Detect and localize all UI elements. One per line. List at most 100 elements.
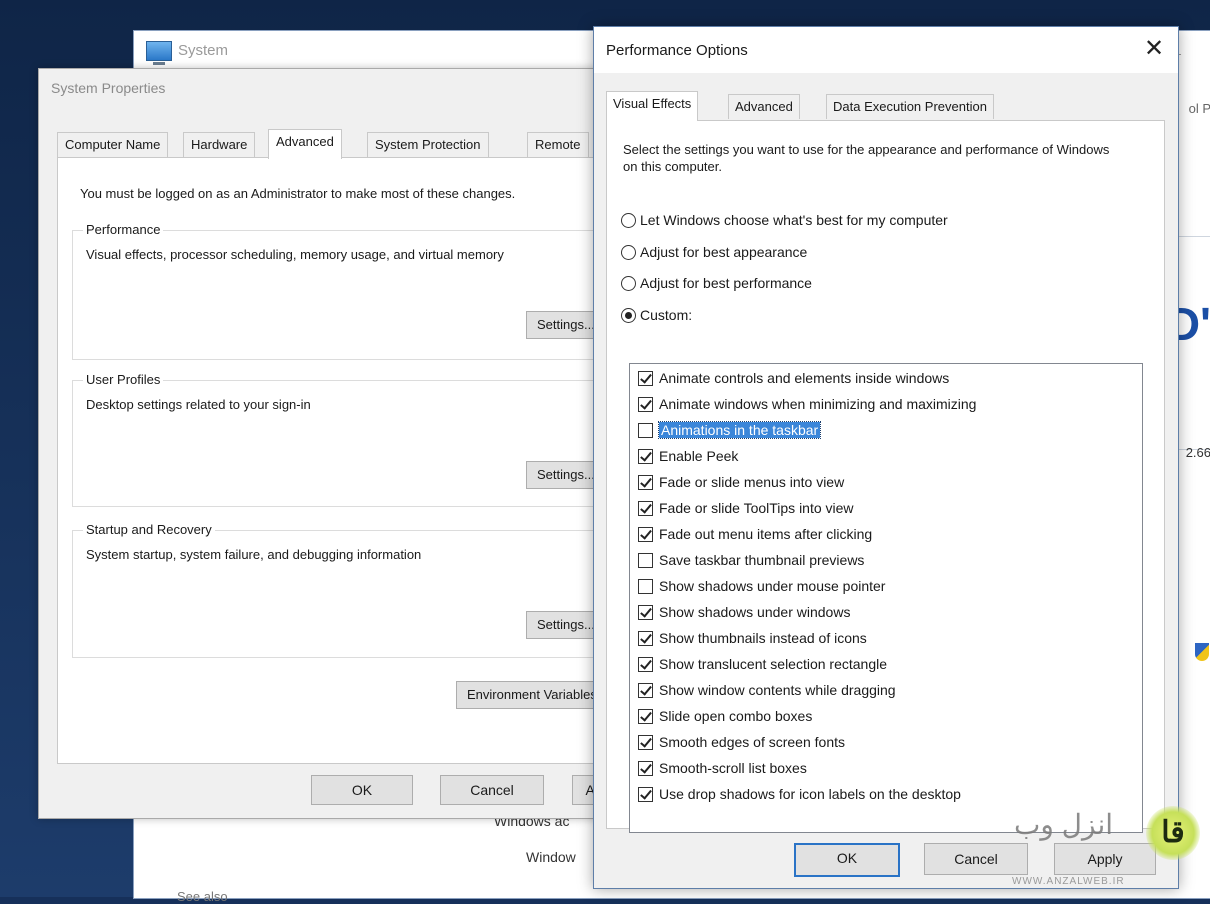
ok-button[interactable]: OK: [794, 843, 900, 877]
admin-note: You must be logged on as an Administrato…: [80, 186, 516, 201]
radio-label: Adjust for best performance: [640, 275, 812, 291]
tab-advanced[interactable]: Advanced: [268, 129, 342, 159]
list-item[interactable]: Show shadows under mouse pointer: [638, 574, 885, 598]
startup-recovery-group: Startup and Recovery System startup, sys…: [72, 522, 633, 658]
list-item[interactable]: Fade or slide menus into view: [638, 470, 844, 494]
system-properties-dialog: System Properties Computer Name Hardware…: [38, 68, 634, 819]
list-item[interactable]: Smooth-scroll list boxes: [638, 756, 807, 780]
checkbox-label: Fade or slide ToolTips into view: [659, 500, 854, 516]
shield-icon: [1195, 643, 1209, 661]
windows-text: Window: [526, 849, 576, 865]
ok-button[interactable]: OK: [311, 775, 413, 805]
list-item[interactable]: Slide open combo boxes: [638, 704, 812, 728]
checkbox[interactable]: [638, 552, 653, 568]
checkbox[interactable]: [638, 656, 653, 672]
checkbox[interactable]: [638, 526, 653, 542]
checkbox-label: Smooth-scroll list boxes: [659, 760, 807, 776]
list-item[interactable]: Show shadows under windows: [638, 600, 850, 624]
checkbox[interactable]: [638, 448, 653, 464]
system-properties-title: System Properties: [51, 80, 166, 96]
group-label: User Profiles: [83, 372, 164, 387]
checkbox[interactable]: [638, 370, 653, 386]
list-item[interactable]: Animate controls and elements inside win…: [638, 366, 949, 390]
tab-remote[interactable]: Remote: [527, 132, 589, 157]
checkbox-label: Fade out menu items after clicking: [659, 526, 873, 542]
checkbox-label: Save taskbar thumbnail previews: [659, 552, 865, 568]
tab-system-protection[interactable]: System Protection: [367, 132, 489, 157]
checkbox-label: Smooth edges of screen fonts: [659, 734, 845, 750]
performance-options-title: Performance Options: [606, 42, 748, 59]
group-label: Performance: [83, 222, 164, 237]
radio-label: Custom:: [640, 307, 693, 323]
list-item[interactable]: Enable Peek: [638, 444, 738, 468]
list-item[interactable]: Show window contents while dragging: [638, 678, 896, 702]
checkbox-label: Use drop shadows for icon labels on the …: [659, 786, 961, 802]
visual-effects-panel: Select the settings you want to use for …: [606, 120, 1165, 833]
checkbox-label: Animations in the taskbar: [657, 421, 822, 439]
checkbox-label: Slide open combo boxes: [659, 708, 813, 724]
checkbox[interactable]: [638, 422, 653, 438]
checkbox-label: Show shadows under windows: [659, 604, 851, 620]
list-item[interactable]: Save taskbar thumbnail previews: [638, 548, 864, 572]
checkbox-label: Animate controls and elements inside win…: [659, 370, 950, 386]
checkbox-label: Show window contents while dragging: [659, 682, 896, 698]
checkbox-label: Show shadows under mouse pointer: [659, 578, 886, 594]
radio-best-performance[interactable]: Adjust for best performance: [621, 272, 812, 294]
apply-button[interactable]: Apply: [1054, 843, 1156, 875]
checkbox[interactable]: [638, 474, 653, 490]
radio-label: Let Windows choose what's best for my co…: [640, 212, 948, 228]
checkbox[interactable]: [638, 786, 653, 802]
checkbox[interactable]: [638, 500, 653, 516]
watermark-url: WWW.ANZALWEB.IR: [1012, 876, 1125, 887]
tab-visual-effects[interactable]: Visual Effects: [606, 91, 699, 121]
checkbox-label: Show translucent selection rectangle: [659, 656, 888, 672]
checkbox[interactable]: [638, 734, 653, 750]
user-profiles-group: User Profiles Desktop settings related t…: [72, 372, 633, 507]
radio-best-appearance[interactable]: Adjust for best appearance: [621, 241, 807, 263]
checkbox[interactable]: [638, 578, 653, 594]
advanced-tab-panel: You must be logged on as an Administrato…: [57, 157, 633, 764]
watermark-logo: ﻗﺎ: [1146, 806, 1200, 860]
checkbox[interactable]: [638, 708, 653, 724]
checkbox-label: Fade or slide menus into view: [659, 474, 845, 490]
checkbox[interactable]: [638, 682, 653, 698]
close-icon[interactable]: ✕: [1140, 35, 1168, 63]
radio-button[interactable]: [621, 275, 636, 291]
list-item[interactable]: Fade out menu items after clicking: [638, 522, 872, 546]
visual-effects-checklist[interactable]: Animate controls and elements inside win…: [629, 363, 1143, 833]
checkbox-label: Animate windows when minimizing and maxi…: [659, 396, 977, 412]
list-item[interactable]: Smooth edges of screen fonts: [638, 730, 845, 754]
list-item[interactable]: Fade or slide ToolTips into view: [638, 496, 854, 520]
cancel-button[interactable]: Cancel: [440, 775, 544, 805]
group-description: Visual effects, processor scheduling, me…: [86, 247, 504, 262]
radio-button[interactable]: [621, 244, 636, 260]
checkbox[interactable]: [638, 760, 653, 776]
list-item[interactable]: Show translucent selection rectangle: [638, 652, 887, 676]
visual-effects-description: Select the settings you want to use for …: [623, 142, 1110, 174]
checkbox[interactable]: [638, 396, 653, 412]
tab-data-execution-prevention[interactable]: Data Execution Prevention: [826, 94, 994, 119]
tab-hardware[interactable]: Hardware: [183, 132, 256, 157]
list-item[interactable]: Use drop shadows for icon labels on the …: [638, 782, 961, 806]
checkbox[interactable]: [638, 630, 653, 646]
list-item[interactable]: Animations in the taskbar: [638, 418, 822, 442]
radio-custom[interactable]: Custom:: [621, 304, 692, 326]
radio-button[interactable]: [621, 307, 636, 323]
radio-label: Adjust for best appearance: [640, 244, 808, 260]
tab-advanced[interactable]: Advanced: [728, 94, 800, 119]
list-item[interactable]: Show thumbnails instead of icons: [638, 626, 867, 650]
performance-options-titlebar: Performance Options ✕: [594, 27, 1178, 73]
group-description: Desktop settings related to your sign-in: [86, 397, 311, 412]
radio-let-windows-choose[interactable]: Let Windows choose what's best for my co…: [621, 209, 948, 231]
watermark-text: انزل وب: [1014, 809, 1114, 840]
checkbox[interactable]: [638, 604, 653, 620]
list-item[interactable]: Animate windows when minimizing and maxi…: [638, 392, 976, 416]
cancel-button[interactable]: Cancel: [924, 843, 1028, 875]
environment-variables-button[interactable]: Environment Variables...: [456, 681, 608, 709]
checkbox-label: Show thumbnails instead of icons: [659, 630, 867, 646]
tab-computer-name[interactable]: Computer Name: [57, 132, 169, 157]
control-panel-link-partial[interactable]: ol P: [1189, 101, 1210, 116]
system-window-title: System: [178, 42, 229, 59]
radio-button[interactable]: [621, 212, 636, 228]
group-description: System startup, system failure, and debu…: [86, 547, 422, 562]
